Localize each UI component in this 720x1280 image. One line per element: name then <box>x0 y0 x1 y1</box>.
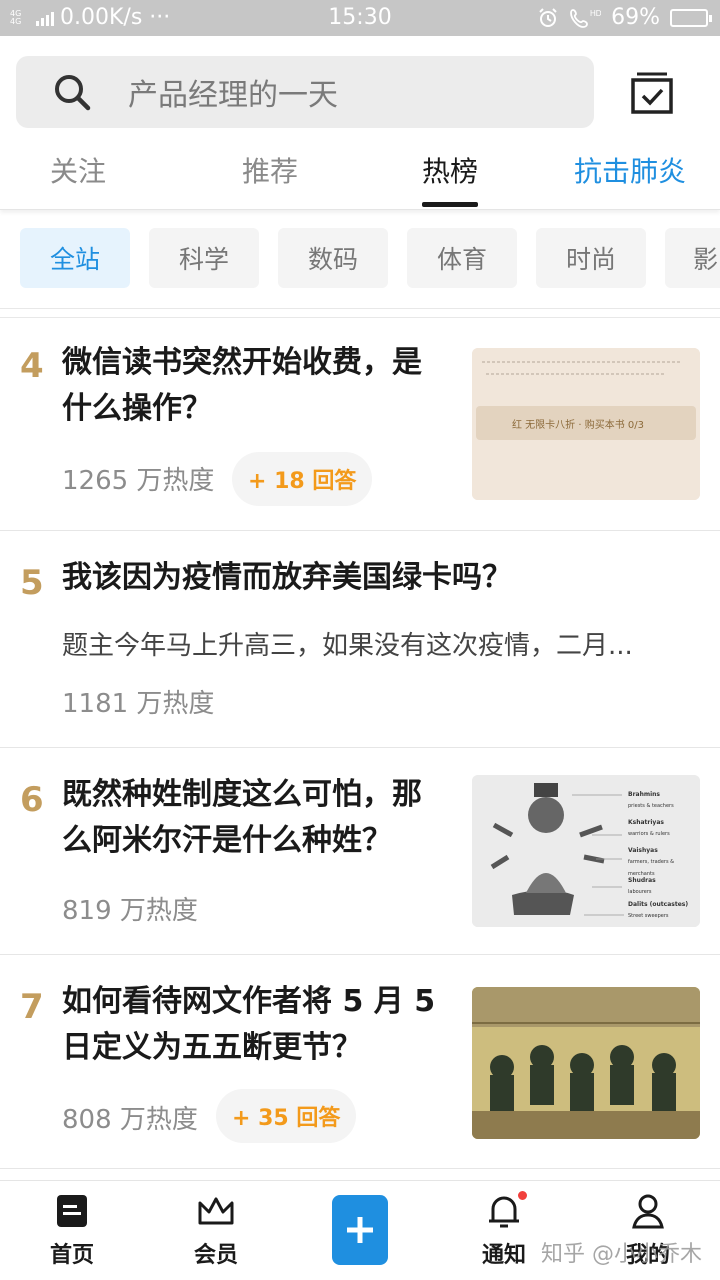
heat-count: 1181 万热度 <box>62 689 215 719</box>
svg-text:HD: HD <box>590 9 601 18</box>
caste-label: Vaishyas <box>628 847 658 854</box>
crown-icon <box>198 1197 234 1225</box>
search-input[interactable]: 产品经理的一天 <box>16 56 594 128</box>
profile-icon <box>632 1194 664 1229</box>
caste-label: Kshatriyas <box>628 819 664 826</box>
chip-film[interactable]: 影 <box>665 228 720 288</box>
item-title-line1: 既然种姓制度这么可怕，那 <box>62 777 422 812</box>
item-title: 如何看待网文作者将 5 月 5 日定义为五五断更节？ <box>62 979 435 1071</box>
item-title: 既然种姓制度这么可怕，那 么阿米尔汗是什么种姓？ <box>62 772 422 864</box>
status-right: HD 69% <box>537 5 712 30</box>
battery-percent: 69% <box>611 5 660 30</box>
caste-label: Brahmins <box>628 791 661 798</box>
caste-sub: labourers <box>628 889 652 895</box>
rank-number: 4 <box>20 346 44 386</box>
cartoon-image <box>472 987 700 1139</box>
active-tab-indicator <box>422 202 478 207</box>
search-icon <box>55 75 91 111</box>
top-tabs: 关注 推荐 热榜 抗击肺炎 <box>0 140 720 210</box>
item-title-line2: 什么操作？ <box>62 391 212 426</box>
caste-sub: warriors & rulers <box>628 831 670 837</box>
notification-dot <box>516 1189 529 1202</box>
nav-home[interactable]: 首页 <box>22 1191 122 1269</box>
search-placeholder: 产品经理的一天 <box>128 78 338 113</box>
hot-item-5[interactable]: 5 我该因为疫情而放弃美国绿卡吗？ 题主今年马上升高三，如果没有这次疫情，二月.… <box>0 531 720 748</box>
item-title-line2: 么阿米尔汗是什么种姓？ <box>62 823 392 858</box>
hot-item-6[interactable]: 6 既然种姓制度这么可怕，那 么阿米尔汗是什么种姓？ 819 万热度 Brahm… <box>0 748 720 955</box>
item-thumbnail <box>472 987 700 1139</box>
tasks-button[interactable] <box>626 68 676 118</box>
create-button[interactable] <box>332 1195 388 1265</box>
item-title: 我该因为疫情而放弃美国绿卡吗？ <box>62 560 512 595</box>
chip-all[interactable]: 全站 <box>20 228 130 288</box>
hot-item-4[interactable]: 4 微信读书突然开始收费，是 什么操作？ 1265 万热度 + 18 回答 红 … <box>0 318 720 531</box>
status-bar: 4G 4G 0.00K/s ··· 15:30 HD 69% <box>0 0 720 36</box>
nav-vip[interactable]: 会员 <box>166 1191 266 1269</box>
caste-sub: priests & teachers <box>628 803 674 809</box>
alarm-icon <box>539 7 557 27</box>
nav-vip-label: 会员 <box>193 1243 238 1268</box>
divider <box>0 308 720 318</box>
tab-follow[interactable]: 关注 <box>50 150 106 190</box>
chip-sports[interactable]: 体育 <box>407 228 517 288</box>
chip-science[interactable]: 科学 <box>149 228 259 288</box>
new-answers-badge: + 18 回答 <box>232 452 373 506</box>
nav-notifications[interactable]: 通知 <box>454 1191 554 1269</box>
tab-recommend[interactable]: 推荐 <box>242 150 298 190</box>
heat-count: 819 万热度 <box>62 896 198 926</box>
caste-label: Shudras <box>628 877 656 884</box>
book-page-image: 红 无限卡八折 · 购买本书 0/3 <box>472 348 700 500</box>
home-icon <box>57 1195 87 1227</box>
heat-count: 808 万热度 <box>62 1105 198 1135</box>
caste-labels: Brahmins priests & teachers Kshatriyas war… <box>628 787 698 920</box>
chip-digital[interactable]: 数码 <box>278 228 388 288</box>
item-title-line2: 日定义为五五断更节？ <box>62 1030 362 1065</box>
item-thumbnail: 红 无限卡八折 · 购买本书 0/3 <box>472 348 700 500</box>
chip-fashion[interactable]: 时尚 <box>536 228 646 288</box>
rank-number: 7 <box>20 987 44 1027</box>
caste-label: Dalits (outcastes) <box>628 901 689 908</box>
new-answers-badge: + 35 回答 <box>216 1089 357 1143</box>
tab-hot-list[interactable]: 热榜 <box>422 150 478 190</box>
heat-count: 1265 万热度 <box>62 466 215 496</box>
thumbnail-caption: 红 无限卡八折 · 购买本书 0/3 <box>512 418 644 431</box>
item-excerpt: 题主今年马上升高三，如果没有这次疫情，二月... <box>62 631 633 661</box>
caste-sub: Street sweepers <box>628 913 669 919</box>
rank-number: 6 <box>20 780 44 820</box>
tab-fight-pneumonia[interactable]: 抗击肺炎 <box>574 150 686 190</box>
hot-item-7[interactable]: 7 如何看待网文作者将 5 月 5 日定义为五五断更节？ 808 万热度 + 3… <box>0 955 720 1169</box>
watermark: 知乎 @小小乔木 <box>541 1242 702 1267</box>
item-title-line1: 如何看待网文作者将 5 月 5 <box>62 984 436 1019</box>
plus-icon <box>347 1217 373 1243</box>
rank-number: 5 <box>20 563 44 603</box>
nav-home-label: 首页 <box>49 1243 94 1268</box>
item-thumbnail: Brahmins priests & teachers Kshatriyas war… <box>472 775 700 927</box>
item-title: 微信读书突然开始收费，是 什么操作？ <box>62 340 422 432</box>
battery-icon <box>670 8 712 27</box>
category-chips: 全站 科学 数码 体育 时尚 影 <box>0 228 720 288</box>
item-title-line1: 微信读书突然开始收费，是 <box>62 345 422 380</box>
checklist-icon <box>631 72 673 114</box>
hd-call-icon: HD <box>570 9 601 28</box>
nav-notifications-label: 通知 <box>481 1243 526 1268</box>
